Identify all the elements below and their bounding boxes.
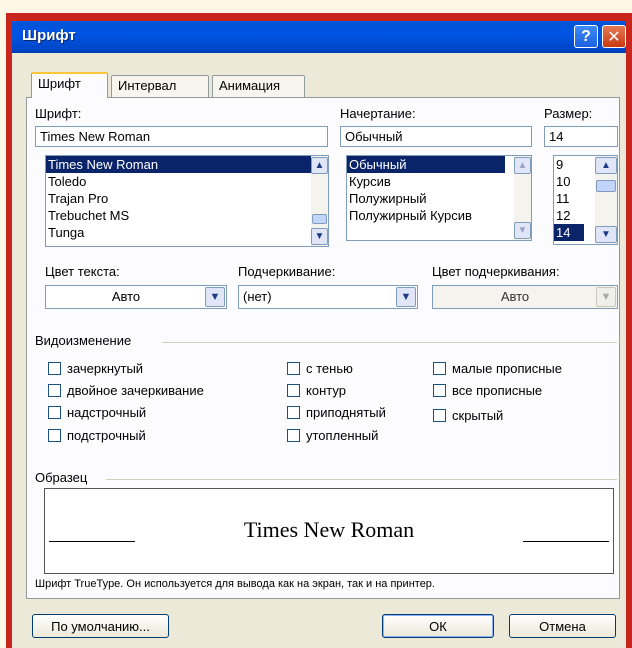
scroll-up-icon[interactable]: ▲ bbox=[514, 157, 531, 174]
scroll-down-icon[interactable]: ▼ bbox=[514, 222, 531, 239]
size-list-scrollbar[interactable]: ▲ ▼ bbox=[595, 156, 617, 244]
tab-font[interactable]: Шрифт bbox=[31, 72, 108, 98]
font-name-field[interactable]: Times New Roman bbox=[35, 126, 328, 147]
text-color-label: Цвет текста: bbox=[45, 264, 120, 279]
tab-spacing-label: Интервал bbox=[118, 78, 177, 93]
style-list[interactable]: Обычный Курсив Полужирный Полужирный Кур… bbox=[346, 155, 532, 241]
list-item[interactable]: Toledo bbox=[46, 173, 328, 190]
checkbox-label: все прописные bbox=[452, 383, 543, 398]
preview-box: Times New Roman bbox=[44, 488, 614, 574]
tab-spacing[interactable]: Интервал bbox=[111, 75, 209, 97]
scroll-up-icon[interactable]: ▲ bbox=[595, 157, 617, 174]
question-icon: ? bbox=[581, 27, 591, 45]
size-field[interactable]: 14 bbox=[544, 126, 618, 147]
checkbox-label: скрытый bbox=[452, 408, 504, 423]
checkbox-label: двойное зачеркивание bbox=[67, 383, 204, 398]
scroll-up-icon[interactable]: ▲ bbox=[311, 157, 328, 174]
chevron-down-icon[interactable]: ▼ bbox=[205, 287, 225, 307]
help-button[interactable]: ? bbox=[574, 25, 598, 48]
tab-animation[interactable]: Анимация bbox=[212, 75, 305, 97]
list-item[interactable]: 14 bbox=[554, 224, 584, 241]
checkbox-box[interactable] bbox=[433, 362, 446, 375]
preview-left-line bbox=[49, 541, 135, 542]
list-item[interactable]: Trajan Pro bbox=[46, 190, 328, 207]
list-item[interactable]: Times New Roman bbox=[46, 156, 328, 173]
close-icon: ✕ bbox=[607, 28, 621, 46]
scroll-down-icon[interactable]: ▼ bbox=[311, 228, 328, 245]
checkbox-shadow[interactable]: с тенью bbox=[287, 361, 353, 376]
truetype-note: Шрифт TrueType. Он используется для выво… bbox=[35, 578, 435, 590]
checkbox-subscript[interactable]: подстрочный bbox=[48, 428, 146, 443]
checkbox-all-caps[interactable]: все прописные bbox=[433, 383, 542, 398]
chevron-down-icon[interactable]: ▼ bbox=[596, 287, 616, 307]
checkbox-label: приподнятый bbox=[306, 405, 386, 420]
checkbox-label: с тенью bbox=[306, 361, 353, 376]
text-color-combo[interactable]: Авто ▼ bbox=[45, 285, 227, 309]
style-list-scrollbar[interactable]: ▲ ▼ bbox=[514, 156, 531, 240]
list-item[interactable]: Курсив bbox=[347, 173, 531, 190]
preview-right-line bbox=[523, 541, 609, 542]
scroll-down-icon[interactable]: ▼ bbox=[595, 226, 617, 243]
window-title: Шрифт bbox=[22, 27, 76, 44]
checkbox-box[interactable] bbox=[287, 362, 300, 375]
scroll-thumb[interactable] bbox=[312, 214, 327, 224]
checkbox-box[interactable] bbox=[48, 406, 61, 419]
checkbox-box[interactable] bbox=[433, 409, 446, 422]
list-item[interactable]: Полужирный bbox=[347, 190, 531, 207]
underline-color-label: Цвет подчеркивания: bbox=[432, 264, 560, 279]
font-list-scrollbar[interactable]: ▲ ▼ bbox=[311, 156, 328, 246]
ok-button[interactable]: ОК bbox=[382, 614, 494, 638]
checkbox-box[interactable] bbox=[433, 384, 446, 397]
checkbox-label: надстрочный bbox=[67, 405, 147, 420]
preview-group-label: Образец bbox=[35, 470, 92, 485]
default-button[interactable]: По умолчанию... bbox=[32, 614, 169, 638]
font-list[interactable]: Times New Roman Toledo Trajan Pro Trebuc… bbox=[45, 155, 329, 247]
checkbox-box[interactable] bbox=[287, 429, 300, 442]
underline-value: (нет) bbox=[243, 289, 272, 304]
tab-font-label: Шрифт bbox=[38, 76, 81, 91]
style-label: Начертание: bbox=[340, 106, 416, 121]
checkbox-box[interactable] bbox=[287, 384, 300, 397]
effects-group-label: Видоизменение bbox=[35, 333, 136, 348]
underline-label: Подчеркивание: bbox=[238, 264, 336, 279]
checkbox-hidden[interactable]: скрытый bbox=[433, 408, 503, 423]
checkbox-label: зачеркнутый bbox=[67, 361, 144, 376]
chevron-down-icon[interactable]: ▼ bbox=[396, 287, 416, 307]
checkbox-box[interactable] bbox=[48, 429, 61, 442]
checkbox-small-caps[interactable]: малые прописные bbox=[433, 361, 562, 376]
checkbox-strikethrough[interactable]: зачеркнутый bbox=[48, 361, 143, 376]
list-item[interactable]: Обычный bbox=[347, 156, 505, 173]
checkbox-superscript[interactable]: надстрочный bbox=[48, 405, 146, 420]
checkbox-label: контур bbox=[306, 383, 346, 398]
underline-combo[interactable]: (нет) ▼ bbox=[238, 285, 418, 309]
checkbox-box[interactable] bbox=[48, 384, 61, 397]
size-list[interactable]: 9 10 11 12 14 ▲ ▼ bbox=[553, 155, 618, 245]
checkbox-box[interactable] bbox=[48, 362, 61, 375]
list-item[interactable]: Полужирный Курсив bbox=[347, 207, 531, 224]
checkbox-label: подстрочный bbox=[67, 428, 146, 443]
underline-color-value: Авто bbox=[500, 289, 530, 304]
preview-text: Times New Roman bbox=[243, 517, 415, 542]
preview-divider bbox=[106, 479, 617, 480]
tab-animation-label: Анимация bbox=[219, 78, 281, 93]
checkbox-outline[interactable]: контур bbox=[287, 383, 346, 398]
list-item[interactable]: Tunga bbox=[46, 224, 328, 241]
underline-color-combo[interactable]: Авто ▼ bbox=[432, 285, 618, 309]
checkbox-emboss[interactable]: приподнятый bbox=[287, 405, 386, 420]
checkbox-box[interactable] bbox=[287, 406, 300, 419]
checkbox-label: малые прописные bbox=[452, 361, 562, 376]
close-button[interactable]: ✕ bbox=[602, 25, 626, 48]
effects-divider bbox=[162, 342, 617, 343]
cancel-button[interactable]: Отмена bbox=[509, 614, 616, 638]
checkbox-label: утопленный bbox=[306, 428, 379, 443]
checkbox-engrave[interactable]: утопленный bbox=[287, 428, 378, 443]
style-field[interactable]: Обычный bbox=[340, 126, 532, 147]
font-label: Шрифт: bbox=[35, 106, 82, 121]
size-label: Размер: bbox=[544, 106, 593, 121]
list-item[interactable]: Trebuchet MS bbox=[46, 207, 328, 224]
title-bar[interactable]: Шрифт ? ✕ bbox=[12, 21, 626, 53]
checkbox-double-strikethrough[interactable]: двойное зачеркивание bbox=[48, 383, 204, 398]
scroll-thumb[interactable] bbox=[596, 180, 616, 192]
text-color-value: Авто bbox=[111, 289, 141, 304]
